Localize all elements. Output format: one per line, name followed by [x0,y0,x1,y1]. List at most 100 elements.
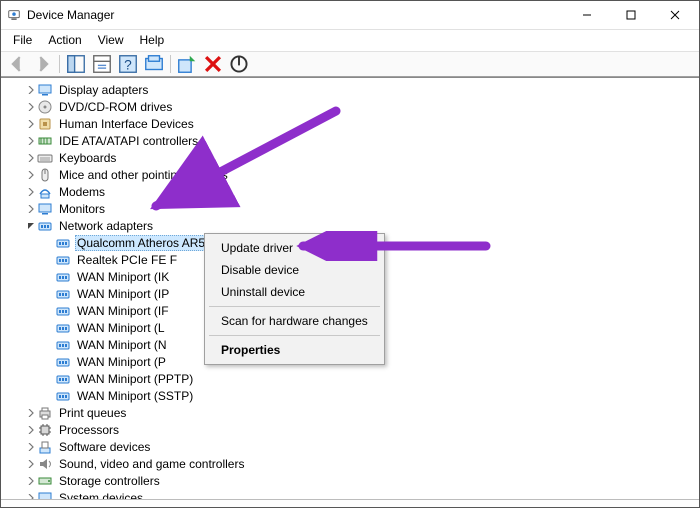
expand-icon[interactable] [25,86,37,94]
node-processors[interactable]: Processors [7,422,697,439]
node-monitors-label: Monitors [57,202,107,216]
expand-icon[interactable] [25,443,37,451]
monitor-icon [37,201,53,217]
status-bar [1,499,699,507]
node-dvd[interactable]: DVD/CD-ROM drives [7,99,697,116]
title-bar: Device Manager [1,1,699,30]
software-icon [37,439,53,455]
node-system[interactable]: System devices [7,490,697,499]
net-adapter-icon [55,269,71,285]
expand-icon[interactable] [25,409,37,417]
node-realtek-label: Realtek PCIe FE F [75,253,179,267]
menu-help[interactable]: Help [132,31,173,49]
properties-button[interactable] [90,52,114,76]
expand-icon[interactable] [25,426,37,434]
uninstall-button[interactable] [201,52,225,76]
node-wan-l-label: WAN Miniport (L [75,321,167,335]
node-wan-n-label: WAN Miniport (N [75,338,169,352]
menu-view[interactable]: View [90,31,132,49]
printer-icon [37,405,53,421]
node-storage[interactable]: Storage controllers [7,473,697,490]
node-software-label: Software devices [57,440,152,454]
minimize-button[interactable] [565,1,609,29]
expand-icon[interactable] [25,171,37,179]
node-wan-sstp-label: WAN Miniport (SSTP) [75,389,195,403]
keyboard-icon [37,150,53,166]
node-monitors[interactable]: Monitors [7,201,697,218]
node-wan-pptp[interactable]: WAN Miniport (PPTP) [7,371,697,388]
window-title: Device Manager [27,8,114,22]
system-icon [37,490,53,498]
node-dvd-label: DVD/CD-ROM drives [57,100,174,114]
forward-button[interactable] [31,52,55,76]
ctx-uninstall-device[interactable]: Uninstall device [207,281,382,303]
maximize-button[interactable] [609,1,653,29]
menu-file[interactable]: File [5,31,40,49]
expand-icon[interactable] [25,188,37,196]
node-modems[interactable]: Modems [7,184,697,201]
net-adapter-icon [55,303,71,319]
node-mice-label: Mice and other pointing devices [57,168,230,182]
net-adapter-icon [55,252,71,268]
collapse-icon[interactable] [25,222,37,230]
expand-icon[interactable] [25,205,37,213]
display-adapters-icon [37,82,53,98]
expand-icon[interactable] [25,494,37,498]
node-modems-label: Modems [57,185,107,199]
ctx-scan-hardware[interactable]: Scan for hardware changes [207,310,382,332]
dvd-icon [37,99,53,115]
node-keyboards-label: Keyboards [57,151,118,165]
help-button[interactable]: ? [116,52,140,76]
disable-button[interactable] [227,52,251,76]
expand-icon[interactable] [25,154,37,162]
node-wan-ik-label: WAN Miniport (IK [75,270,171,284]
ctx-update-driver[interactable]: Update driver [207,237,382,259]
net-adapter-icon [55,388,71,404]
toolbar: ? [1,51,699,77]
node-print-queues[interactable]: Print queues [7,405,697,422]
node-keyboards[interactable]: Keyboards [7,150,697,167]
node-network-adapters-label: Network adapters [57,219,155,233]
ctx-separator-2 [209,335,380,336]
node-hid[interactable]: Human Interface Devices [7,116,697,133]
svg-text:?: ? [124,57,132,72]
menu-action[interactable]: Action [40,31,89,49]
expand-icon[interactable] [25,120,37,128]
ctx-properties[interactable]: Properties [207,339,382,361]
node-storage-label: Storage controllers [57,474,162,488]
expand-icon[interactable] [25,477,37,485]
node-display-adapters[interactable]: Display adapters [7,82,697,99]
ctx-disable-device[interactable]: Disable device [207,259,382,281]
context-menu: Update driver Disable device Uninstall d… [204,233,385,365]
network-icon [37,218,53,234]
node-software[interactable]: Software devices [7,439,697,456]
show-hide-tree-button[interactable] [64,52,88,76]
update-driver-button[interactable] [175,52,199,76]
close-button[interactable] [653,1,697,29]
node-print-queues-label: Print queues [57,406,128,420]
back-button[interactable] [5,52,29,76]
node-processors-label: Processors [57,423,121,437]
node-mice[interactable]: Mice and other pointing devices [7,167,697,184]
node-display-adapters-label: Display adapters [57,83,150,97]
node-system-label: System devices [57,491,145,498]
node-sound-label: Sound, video and game controllers [57,457,246,471]
net-adapter-icon [55,354,71,370]
scan-button[interactable] [142,52,166,76]
mouse-icon [37,167,53,183]
expand-icon[interactable] [25,137,37,145]
expand-icon[interactable] [25,460,37,468]
expand-icon[interactable] [25,103,37,111]
sound-icon [37,456,53,472]
node-ide[interactable]: IDE ATA/ATAPI controllers [7,133,697,150]
node-wan-sstp[interactable]: WAN Miniport (SSTP) [7,388,697,405]
node-wan-p-label: WAN Miniport (P [75,355,168,369]
ide-icon [37,133,53,149]
storage-icon [37,473,53,489]
menu-bar: File Action View Help [1,30,699,51]
net-adapter-icon [55,286,71,302]
node-wan-pptp-label: WAN Miniport (PPTP) [75,372,195,386]
node-sound[interactable]: Sound, video and game controllers [7,456,697,473]
hid-icon [37,116,53,132]
net-adapter-icon [55,371,71,387]
